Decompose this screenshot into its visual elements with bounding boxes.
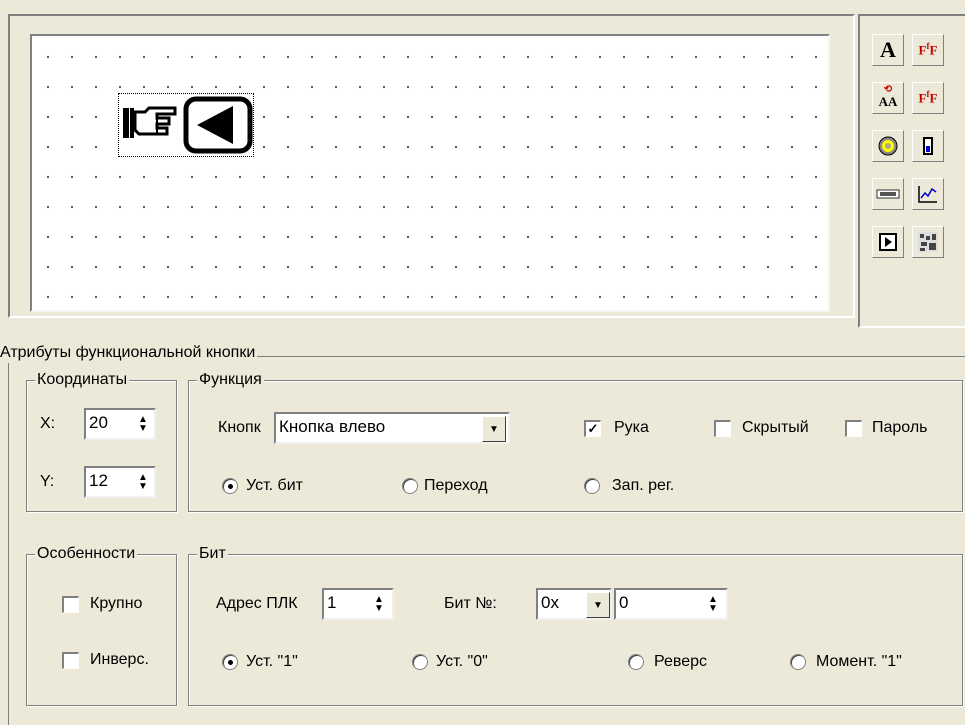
lamp-tool-icon[interactable] bbox=[872, 130, 904, 162]
bit-title: Бит bbox=[197, 544, 228, 564]
tool-palette: A FfF ⟲ AA FfF bbox=[858, 14, 965, 328]
selected-function-button[interactable] bbox=[118, 93, 254, 157]
bit-number-label: Бит №: bbox=[444, 595, 497, 612]
action-radio-reverse[interactable] bbox=[628, 654, 644, 670]
display-tool-icon[interactable] bbox=[872, 178, 904, 210]
y-value: 12 bbox=[89, 471, 108, 490]
bit-group: Бит bbox=[188, 544, 963, 706]
bitmap-tool-icon[interactable] bbox=[912, 226, 944, 258]
password-label: Пароль bbox=[872, 419, 928, 436]
action-label-set-0: Уст. "0" bbox=[436, 653, 488, 670]
bit-prefix-value: 0x bbox=[541, 593, 559, 612]
chevron-down-icon[interactable]: ▼ bbox=[482, 416, 506, 442]
font-tool-icon[interactable]: FfF bbox=[912, 34, 944, 66]
large-label: Крупно bbox=[90, 595, 143, 612]
button-type-select[interactable]: Кнопка влево bbox=[274, 412, 510, 444]
switch-tool-icon[interactable] bbox=[912, 130, 944, 162]
features-group: Особенности bbox=[26, 544, 177, 706]
bit-number-spin-buttons[interactable]: ▲ ▼ bbox=[704, 590, 722, 618]
plc-address-spin-buttons[interactable]: ▲ ▼ bbox=[370, 590, 388, 618]
hidden-checkbox[interactable] bbox=[714, 420, 731, 437]
hand-checkbox[interactable]: ✓ bbox=[584, 420, 601, 437]
text-rotate-tool-icon[interactable]: ⟲ AA bbox=[872, 82, 904, 114]
mode-radio-write-register[interactable] bbox=[584, 478, 600, 494]
hidden-label: Скрытый bbox=[742, 419, 809, 436]
font-rotate-tool-icon[interactable]: FfF bbox=[912, 82, 944, 114]
action-radio-momentary[interactable] bbox=[790, 654, 806, 670]
bit-number-value: 0 bbox=[619, 593, 629, 612]
x-value: 20 bbox=[89, 413, 108, 432]
invert-label: Инверс. bbox=[90, 651, 149, 668]
invert-checkbox[interactable] bbox=[62, 652, 79, 669]
design-canvas[interactable] bbox=[30, 34, 830, 312]
function-button-tool-icon[interactable] bbox=[872, 226, 904, 258]
attributes-title: Атрибуты функциональной кнопки bbox=[0, 343, 258, 363]
password-checkbox[interactable] bbox=[845, 420, 862, 437]
plc-address-label: Адрес ПЛК bbox=[216, 595, 298, 612]
mode-label-set-bit: Уст. бит bbox=[246, 477, 303, 494]
plc-address-value: 1 bbox=[327, 593, 337, 612]
mode-label-write-register: Зап. рег. bbox=[612, 477, 675, 494]
mode-radio-goto[interactable] bbox=[402, 478, 418, 494]
function-title: Функция bbox=[197, 370, 264, 390]
action-radio-set-0[interactable] bbox=[412, 654, 428, 670]
y-spin-buttons[interactable]: ▲ ▼ bbox=[134, 468, 152, 496]
text-tool-icon[interactable]: A bbox=[872, 34, 904, 66]
action-radio-set-1[interactable] bbox=[222, 654, 238, 670]
button-type-label: Кнопк bbox=[218, 419, 261, 436]
function-group: Функция bbox=[188, 370, 963, 512]
button-type-value: Кнопка влево bbox=[279, 417, 386, 436]
action-label-set-1: Уст. "1" bbox=[246, 653, 298, 670]
hand-label: Рука bbox=[614, 419, 649, 436]
coordinates-title: Координаты bbox=[35, 370, 130, 390]
features-title: Особенности bbox=[35, 544, 138, 564]
trend-tool-icon[interactable] bbox=[912, 178, 944, 210]
mode-radio-set-bit[interactable] bbox=[222, 478, 238, 494]
x-label: X: bbox=[40, 415, 56, 432]
left-arrow-button-icon bbox=[183, 96, 253, 154]
action-label-reverse: Реверс bbox=[654, 653, 707, 670]
x-spin-buttons[interactable]: ▲ ▼ bbox=[134, 410, 152, 438]
action-label-momentary: Момент. "1" bbox=[816, 653, 902, 670]
large-checkbox[interactable] bbox=[62, 596, 79, 613]
y-label: Y: bbox=[40, 473, 55, 490]
mode-label-goto: Переход bbox=[424, 477, 488, 494]
chevron-down-icon[interactable]: ▼ bbox=[586, 592, 610, 618]
